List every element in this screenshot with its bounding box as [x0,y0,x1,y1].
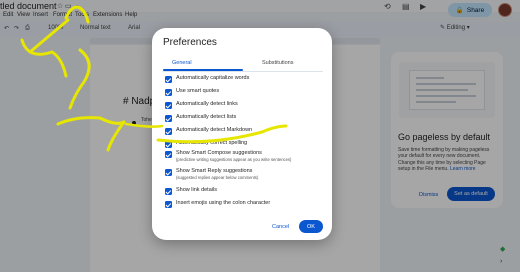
option-capitalize-words[interactable]: Automatically capitalize words [165,75,249,85]
option-smart-reply[interactable]: Show Smart Reply suggestions (suggested … [165,168,258,180]
checkbox-checked[interactable] [165,141,172,148]
dialog-title: Preferences [163,37,217,48]
option-detect-lists[interactable]: Automatically detect lists [165,114,236,124]
preferences-dialog: Preferences General Substitutions Automa… [152,28,332,240]
option-label: Automatically detect Markdown [176,127,253,133]
tab-substitutions[interactable]: Substitutions [262,60,294,66]
checkbox-checked[interactable] [165,102,172,109]
tab-divider [163,71,323,72]
option-detect-links[interactable]: Automatically detect links [165,101,238,111]
option-sublabel: (suggested replies appear below comments… [176,175,259,180]
option-label: Show link details [176,187,217,193]
option-link-details[interactable]: Show link details [165,187,217,197]
ok-button[interactable]: OK [299,220,323,233]
option-emoji-colon[interactable]: Insert emojis using the colon character [165,200,270,210]
checkbox-checked[interactable] [165,89,172,96]
option-sublabel: (predictive writing suggestions appear a… [176,157,292,162]
checkbox-checked[interactable] [165,151,172,158]
option-label: Insert emojis using the colon character [176,200,271,206]
option-label: Show Smart Compose suggestions (predicti… [176,150,291,162]
option-correct-spelling[interactable]: Automatically correct spelling [165,140,247,150]
checkbox-checked[interactable] [165,115,172,122]
option-title: Show Smart Compose suggestions [176,150,262,156]
option-label: Use smart quotes [176,88,220,94]
checkbox-checked[interactable] [165,169,172,176]
option-label: Show Smart Reply suggestions (suggested … [176,168,258,180]
option-label: Automatically detect links [176,101,238,107]
cancel-button[interactable]: Cancel [272,224,289,230]
checkbox-checked[interactable] [165,188,172,195]
tab-general[interactable]: General [172,60,192,66]
checkbox-checked[interactable] [165,128,172,135]
option-smart-quotes[interactable]: Use smart quotes [165,88,219,98]
option-label: Automatically capitalize words [176,75,250,81]
option-smart-compose[interactable]: Show Smart Compose suggestions (predicti… [165,150,291,162]
option-label: Automatically detect lists [176,114,237,120]
checkbox-checked[interactable] [165,76,172,83]
option-detect-markdown[interactable]: Automatically detect Markdown [165,127,252,137]
option-title: Show Smart Reply suggestions [176,168,253,174]
checkbox-checked[interactable] [165,201,172,208]
option-label: Automatically correct spelling [176,140,248,146]
